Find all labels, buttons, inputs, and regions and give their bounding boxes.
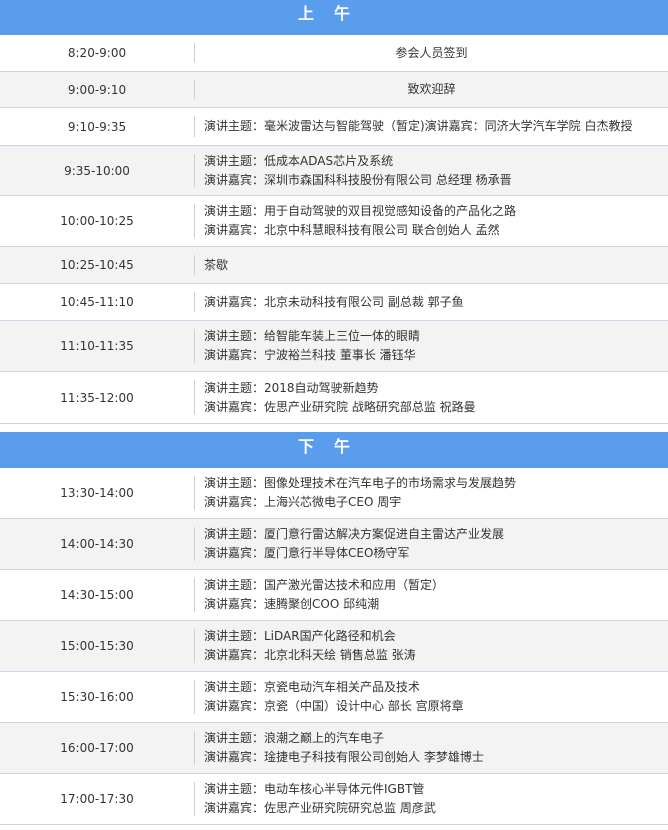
session-content: 演讲主题：京瓷电动汽车相关产品及技术演讲嘉宾：京瓷（中国）设计中心 部长 宫原将… bbox=[195, 678, 668, 716]
session-content: 演讲主题：毫米波雷达与智能驾驶（暂定)演讲嘉宾：同济大学汽车学院 白杰教授 bbox=[195, 117, 668, 136]
schedule-row: 14:30-15:00 演讲主题：国产激光雷达技术和应用（暂定） 演讲嘉宾：速腾聚创… bbox=[0, 570, 668, 621]
time-slot: 11:10-11:35 bbox=[0, 329, 195, 363]
schedule-row: 11:10-11:35 演讲主题：给智能车装上三位一体的眼睛 演讲嘉宾：宁波裕兰科技… bbox=[0, 321, 668, 372]
session-content: 演讲主题：用于自动驾驶的双目视觉感知设备的产品化之路 演讲嘉宾：北京中科慧眼科技有… bbox=[195, 202, 668, 240]
session-content: 茶歇 bbox=[195, 256, 668, 275]
schedule-row: 10:25-10:45 茶歇 bbox=[0, 247, 668, 284]
session-content: 参会人员签到 bbox=[195, 44, 668, 63]
time-slot: 9:10-9:35 bbox=[0, 116, 195, 137]
session-line: 演讲嘉宾：琻捷电子科技有限公司创始人 李梦雄博士 bbox=[204, 750, 484, 764]
time-slot: 13:30-14:00 bbox=[0, 476, 195, 510]
schedule-row: 10:45-11:10 演讲嘉宾：北京未动科技有限公司 副总裁 郭子鱼 bbox=[0, 284, 668, 321]
session-content: 演讲主题：低成本ADAS芯片及系统演讲嘉宾：深圳市森国科科技股份有限公司 总经理… bbox=[195, 152, 668, 190]
session-line: 茶歇 bbox=[204, 257, 229, 272]
session-line: 演讲主题：厦门意行雷达解决方案促进自主雷达产业发展 bbox=[204, 527, 505, 541]
afternoon-schedule-table: 13:30-14:00 演讲主题：图像处理技术在汽车电子的市场需求与发展趋势 演讲嘉… bbox=[0, 468, 668, 825]
session-line: 参会人员签到 bbox=[395, 45, 468, 60]
time-slot: 9:35-10:00 bbox=[0, 154, 195, 187]
session-line: 演讲主题：毫米波雷达与智能驾驶（暂定)演讲嘉宾：同济大学汽车学院 白杰教授 bbox=[204, 119, 633, 133]
session-line: 演讲主题：图像处理技术在汽车电子的市场需求与发展趋势 bbox=[204, 476, 517, 490]
session-line: 演讲主题：给智能车装上三位一体的眼睛 bbox=[204, 329, 421, 343]
session-line: 致欢迎辞 bbox=[407, 82, 456, 96]
time-slot: 15:00-15:30 bbox=[0, 629, 195, 663]
schedule-row: 15:30-16:00 演讲主题：京瓷电动汽车相关产品及技术 演讲嘉宾：京瓷（中国）… bbox=[0, 672, 668, 723]
session-content: 演讲主题：LiDAR国产化路径和机会演讲嘉宾：北京北科天绘 销售总监 张涛 bbox=[195, 627, 668, 665]
schedule: 上午 8:20-9:00 参会人员签到 9:00-9:10 致欢迎辞 9:10-9:35… bbox=[0, 0, 668, 825]
time-slot: 14:30-15:00 bbox=[0, 578, 195, 612]
morning-header: 上午 bbox=[0, 0, 668, 35]
session-content: 演讲主题：厦门意行雷达解决方案促进自主雷达产业发展 演讲嘉宾：厦门意行半导体CEO… bbox=[195, 525, 668, 563]
schedule-row: 8:20-9:00 参会人员签到 bbox=[0, 35, 668, 72]
schedule-row: 9:00-9:10 致欢迎辞 bbox=[0, 72, 668, 108]
session-content: 演讲嘉宾：北京未动科技有限公司 副总裁 郭子鱼 bbox=[195, 293, 668, 312]
session-line: 演讲嘉宾：速腾聚创COO 邱纯潮 bbox=[204, 597, 380, 611]
session-line: 演讲主题：2018自动驾驶新趋势 bbox=[204, 380, 379, 395]
session-line: 演讲主题：用于自动驾驶的双目视觉感知设备的产品化之路 bbox=[204, 204, 517, 218]
session-content: 演讲主题：浪潮之巅上的汽车电子演讲嘉宾：琻捷电子科技有限公司创始人 李梦雄博士 bbox=[195, 729, 668, 767]
session-content: 演讲主题：图像处理技术在汽车电子的市场需求与发展趋势 演讲嘉宾：上海兴芯微电子CE… bbox=[195, 474, 668, 512]
session-line: 演讲嘉宾：北京未动科技有限公司 副总裁 郭子鱼 bbox=[204, 294, 464, 309]
session-content: 演讲主题：国产激光雷达技术和应用（暂定） 演讲嘉宾：速腾聚创COO 邱纯潮 bbox=[195, 576, 668, 614]
session-line: 演讲嘉宾：京瓷（中国）设计中心 部长 宫原将章 bbox=[204, 699, 464, 713]
schedule-row: 13:30-14:00 演讲主题：图像处理技术在汽车电子的市场需求与发展趋势 演讲嘉… bbox=[0, 468, 668, 519]
time-slot: 11:35-12:00 bbox=[0, 380, 195, 415]
schedule-row: 10:00-10:25 演讲主题：用于自动驾驶的双目视觉感知设备的产品化之路 演讲嘉… bbox=[0, 196, 668, 247]
session-line: 演讲嘉宾：北京北科天绘 销售总监 张涛 bbox=[204, 648, 416, 662]
session-line: 演讲嘉宾：佐思产业研究院 战略研究部总监 祝路曼 bbox=[204, 399, 476, 414]
session-line: 演讲嘉宾：宁波裕兰科技 董事长 潘钰华 bbox=[204, 348, 416, 362]
schedule-row: 9:10-9:35 演讲主题：毫米波雷达与智能驾驶（暂定)演讲嘉宾：同济大学汽车学… bbox=[0, 108, 668, 146]
schedule-row: 14:00-14:30 演讲主题：厦门意行雷达解决方案促进自主雷达产业发展 演讲嘉宾… bbox=[0, 519, 668, 570]
session-line: 演讲主题：京瓷电动汽车相关产品及技术 bbox=[204, 680, 421, 694]
morning-schedule-table: 8:20-9:00 参会人员签到 9:00-9:10 致欢迎辞 9:10-9:35 演讲主… bbox=[0, 35, 668, 424]
session-line: 演讲嘉宾：佐思产业研究院研究总监 周彦武 bbox=[204, 801, 436, 815]
time-slot: 10:00-10:25 bbox=[0, 204, 195, 238]
schedule-row: 11:35-12:00 演讲主题：2018自动驾驶新趋势 演讲嘉宾：佐思产业研究院 … bbox=[0, 372, 668, 424]
schedule-row: 9:35-10:00 演讲主题：低成本ADAS芯片及系统 演讲嘉宾：深圳市森国科科技… bbox=[0, 146, 668, 196]
time-slot: 16:00-17:00 bbox=[0, 731, 195, 765]
section-gap bbox=[0, 424, 668, 432]
session-line: 演讲嘉宾：北京中科慧眼科技有限公司 联合创始人 孟然 bbox=[204, 223, 500, 237]
time-slot: 15:30-16:00 bbox=[0, 680, 195, 714]
afternoon-header: 下午 bbox=[0, 432, 668, 468]
session-line: 演讲主题：浪潮之巅上的汽车电子 bbox=[204, 731, 385, 745]
session-line: 演讲主题：电动车核心半导体元件IGBT管 bbox=[204, 782, 425, 796]
schedule-row: 16:00-17:00 演讲主题：浪潮之巅上的汽车电子 演讲嘉宾：琻捷电子科技有限公… bbox=[0, 723, 668, 774]
session-content: 致欢迎辞 bbox=[195, 80, 668, 99]
session-content: 演讲主题：2018自动驾驶新趋势演讲嘉宾：佐思产业研究院 战略研究部总监 祝路曼 bbox=[195, 379, 668, 417]
session-content: 演讲主题：电动车核心半导体元件IGBT管 演讲嘉宾：佐思产业研究院研究总监 周彦武 bbox=[195, 780, 668, 818]
time-slot: 14:00-14:30 bbox=[0, 527, 195, 561]
session-line: 演讲主题：国产激光雷达技术和应用（暂定） bbox=[204, 578, 445, 592]
schedule-row: 15:00-15:30 演讲主题：LiDAR国产化路径和机会 演讲嘉宾：北京北科天绘… bbox=[0, 621, 668, 672]
time-slot: 17:00-17:30 bbox=[0, 782, 195, 816]
session-line: 演讲嘉宾：深圳市森国科科技股份有限公司 总经理 杨承晋 bbox=[204, 172, 512, 187]
time-slot: 10:25-10:45 bbox=[0, 255, 195, 275]
time-slot: 10:45-11:10 bbox=[0, 292, 195, 312]
schedule-row: 17:00-17:30 演讲主题：电动车核心半导体元件IGBT管 演讲嘉宾：佐思产业… bbox=[0, 774, 668, 825]
session-line: 演讲嘉宾：上海兴芯微电子CEO 周宇 bbox=[204, 495, 402, 509]
session-line: 演讲嘉宾：厦门意行半导体CEO杨守军 bbox=[204, 546, 410, 560]
time-slot: 9:00-9:10 bbox=[0, 80, 195, 99]
session-line: 演讲主题：LiDAR国产化路径和机会 bbox=[204, 629, 396, 643]
time-slot: 8:20-9:00 bbox=[0, 43, 195, 63]
session-content: 演讲主题：给智能车装上三位一体的眼睛 演讲嘉宾：宁波裕兰科技 董事长 潘钰华 bbox=[195, 327, 668, 365]
session-line: 演讲主题：低成本ADAS芯片及系统 bbox=[204, 153, 394, 168]
